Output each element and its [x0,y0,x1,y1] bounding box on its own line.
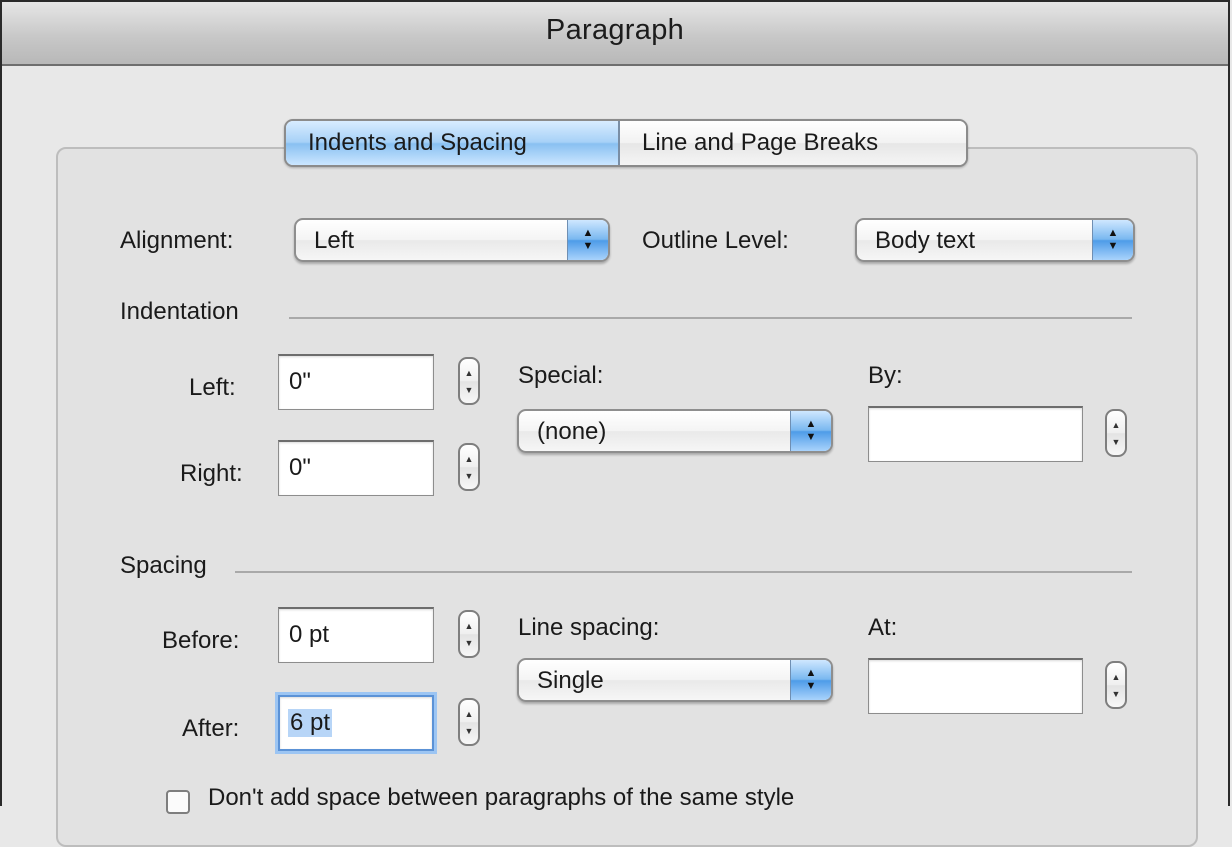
spacing-before-value: 0 pt [289,621,330,648]
spacing-before-label: Before: [162,627,240,654]
special-value: (none) [537,418,607,445]
indentation-heading: Indentation [120,298,239,325]
indent-left-stepper[interactable]: ▲ ▼ [458,357,480,405]
title-bar[interactable]: Paragraph [2,2,1228,66]
indent-left-label: Left: [189,374,236,401]
dont-add-space-checkbox[interactable] [166,790,190,814]
up-down-arrows-icon: ▲ ▼ [790,411,831,451]
indent-right-label: Right: [180,460,243,487]
indent-left-value: 0" [289,368,311,395]
indent-left-field[interactable]: 0" [278,354,434,410]
window-title: Paragraph [545,14,685,46]
dont-add-space-label[interactable]: Don't add space between paragraphs of th… [208,784,794,812]
paragraph-dialog: Paragraph Indents and Spacing Line and P… [0,0,1230,847]
spacing-divider [235,571,1132,573]
line-spacing-value: Single [537,667,604,694]
alignment-label: Alignment: [120,227,234,254]
outline-level-select[interactable]: Body text ▲ ▼ [855,218,1135,262]
line-spacing-select[interactable]: Single ▲ ▼ [517,658,833,702]
by-field[interactable] [868,406,1083,462]
spacing-after-value: 6 pt [288,709,333,737]
line-spacing-label: Line spacing: [518,614,660,641]
at-stepper[interactable]: ▲ ▼ [1105,661,1127,709]
outline-level-label: Outline Level: [642,227,789,254]
spacing-after-stepper[interactable]: ▲ ▼ [458,698,480,746]
alignment-value: Left [314,227,355,254]
at-field[interactable] [868,658,1083,714]
tab-indents-and-spacing[interactable]: Indents and Spacing [286,121,620,165]
alignment-select[interactable]: Left ▲ ▼ [294,218,610,262]
spacing-after-field[interactable]: 6 pt [278,695,434,751]
spacing-heading: Spacing [120,552,207,579]
indent-right-field[interactable]: 0" [278,440,434,496]
up-down-arrows-icon: ▲ ▼ [1092,220,1133,260]
spacing-before-field[interactable]: 0 pt [278,607,434,663]
up-down-arrows-icon: ▲ ▼ [790,660,831,700]
spacing-before-stepper[interactable]: ▲ ▼ [458,610,480,658]
outline-level-value: Body text [875,227,976,254]
at-label: At: [868,614,898,641]
by-stepper[interactable]: ▲ ▼ [1105,409,1127,457]
indentation-divider [289,317,1132,319]
up-down-arrows-icon: ▲ ▼ [567,220,608,260]
indent-right-value: 0" [289,454,311,481]
special-select[interactable]: (none) ▲ ▼ [517,409,833,453]
tab-bar: Indents and Spacing Line and Page Breaks [284,119,968,167]
indent-right-stepper[interactable]: ▲ ▼ [458,443,480,491]
special-label: Special: [518,362,604,389]
tab-line-and-page-breaks[interactable]: Line and Page Breaks [620,121,966,165]
by-label: By: [868,362,903,389]
spacing-after-label: After: [182,715,240,742]
